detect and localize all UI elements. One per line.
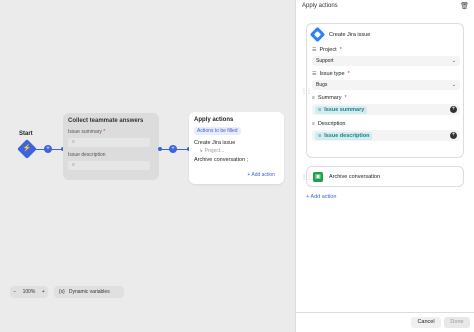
panel-title: Apply actions	[302, 3, 338, 9]
list-icon: ☰	[312, 71, 317, 77]
archive-action-card[interactable]: ▣ Archive conversation	[306, 166, 464, 187]
list-icon: ☰	[312, 47, 317, 53]
summary-label: ≡ Summary *	[312, 95, 347, 101]
done-button[interactable]: Done	[444, 317, 470, 328]
jira-action-card: Create Jira issue ☰ Project * Support ⌄ ☰ Is…	[306, 23, 464, 158]
add-action-link[interactable]: + Add action	[306, 194, 336, 200]
field-label: Issue description	[68, 152, 106, 158]
add-variable-button[interactable]: +	[450, 132, 457, 139]
braces-icon: {x}	[59, 289, 65, 295]
issue-type-select[interactable]: Bugs ⌄	[312, 80, 460, 90]
apply-actions-card[interactable]: Apply actions Actions to be filled Creat…	[189, 112, 284, 184]
zoom-in-button[interactable]: +	[42, 289, 45, 295]
zoom-control: − 100% +	[10, 286, 48, 298]
text-field-placeholder: ≡	[68, 161, 150, 170]
zoom-out-button[interactable]: −	[13, 289, 16, 295]
field-label: Issue summary *	[68, 129, 106, 135]
collect-answers-card[interactable]: Collect teammate answers Issue summary *…	[63, 113, 159, 180]
dynamic-variables-label: Dynamic variables	[68, 289, 110, 295]
action-title: Create Jira issue	[329, 31, 371, 38]
cancel-button[interactable]: Cancel	[411, 317, 441, 328]
issue-type-label: ☰ Issue type *	[312, 71, 350, 77]
connector-start	[158, 147, 162, 151]
jira-icon	[309, 26, 326, 43]
card-title: Apply actions	[194, 117, 234, 123]
side-panel: Apply actions 🗑 ⋮⋮ Create Jira issue ☰ Pr…	[295, 0, 474, 332]
add-variable-button[interactable]: +	[450, 106, 457, 113]
chevron-down-icon: ⌄	[451, 58, 456, 64]
card-title: Collect teammate answers	[68, 118, 144, 124]
action-item: Create Jira issue	[194, 140, 236, 146]
description-field[interactable]: ≡ Issue description +	[312, 130, 460, 141]
status-badge: Actions to be filled	[194, 127, 241, 135]
variable-pill[interactable]: ≡ Issue description	[315, 131, 373, 140]
text-icon: ≡	[312, 121, 315, 127]
variable-pill[interactable]: ≡ Issue summary	[315, 105, 368, 114]
zoom-level: 100%	[22, 289, 36, 295]
project-label: ☰ Project *	[312, 47, 342, 53]
add-action-link[interactable]: + Add action	[247, 172, 275, 178]
start-label: Start	[19, 131, 33, 137]
panel-footer: Cancel Done	[296, 312, 474, 332]
archive-icon: ▣	[313, 171, 323, 182]
action-item: Archive conversation ;	[194, 157, 249, 163]
text-field-placeholder: ≡	[68, 138, 150, 147]
chevron-down-icon: ⌄	[451, 82, 456, 88]
summary-field[interactable]: ≡ Issue summary +	[312, 104, 460, 115]
bolt-icon: ⚡	[22, 145, 32, 152]
workflow-canvas[interactable]: Start ⚡ + Collect teammate answers Issue…	[0, 0, 295, 332]
action-subtext: ↳ Project...	[199, 148, 225, 154]
add-step-button[interactable]: +	[44, 145, 52, 153]
dynamic-variables-button[interactable]: {x} Dynamic variables	[54, 286, 124, 298]
trash-icon[interactable]: 🗑	[460, 2, 469, 10]
project-select[interactable]: Support ⌄	[312, 56, 460, 66]
action-title: Archive conversation	[329, 173, 381, 180]
description-label: ≡ Description	[312, 121, 346, 127]
text-icon: ≡	[312, 95, 315, 101]
add-step-button[interactable]: +	[169, 145, 177, 153]
